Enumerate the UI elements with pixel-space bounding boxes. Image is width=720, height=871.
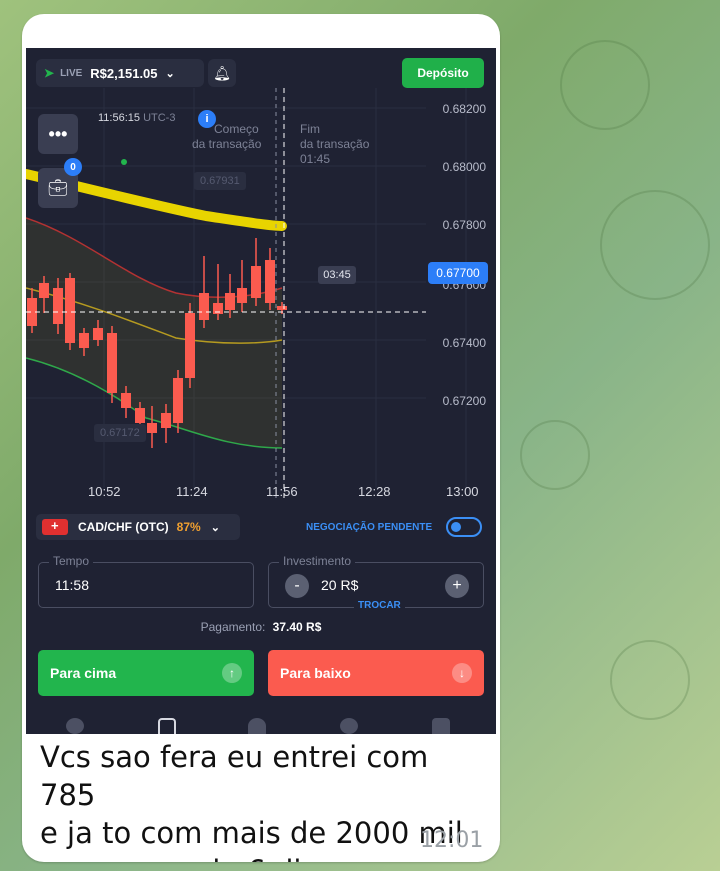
price-level: 0.67800: [442, 218, 486, 232]
trade-start-label: Começo da transação: [192, 122, 261, 152]
wallpaper-doodle: [560, 40, 650, 130]
clock-time: 11:56:15: [98, 112, 141, 124]
gear-icon[interactable]: [340, 718, 358, 734]
trade-start-line-2: da transação: [192, 137, 262, 151]
server-clock: 11:56:15 UTC-3: [98, 112, 175, 124]
top-bar: ➤ LIVE R$2,151.05 ⌄ 🔔︎ Depósito: [26, 56, 496, 92]
chat-message-bubble: ➤ LIVE R$2,151.05 ⌄ 🔔︎ Depósito ••• 💼︎ 0…: [22, 14, 500, 862]
trade-start-line-1: Começo: [214, 122, 259, 136]
candle-body: [53, 288, 63, 324]
time-axis-label: 12:28: [358, 484, 391, 499]
put-down-button[interactable]: Para baixo ↓: [268, 650, 484, 696]
balance-value: R$2,151.05: [90, 65, 158, 81]
chevron-down-icon: ⌄: [210, 521, 220, 534]
arrow-up-icon: ↑: [222, 663, 242, 683]
low-marker: 0.67172: [94, 424, 146, 442]
call-up-label: Para cima: [50, 665, 117, 681]
message-timestamp: 12:01: [420, 828, 484, 853]
candle-body: [265, 260, 275, 303]
time-field-legend: Tempo: [49, 554, 94, 568]
candle-body: [185, 313, 195, 378]
clock-timezone: UTC-3: [143, 112, 176, 124]
price-level: 0.68200: [442, 102, 486, 116]
switch-currency-button[interactable]: TROCAR: [354, 600, 405, 611]
price-level: 0.67200: [442, 394, 486, 408]
asset-name: CAD/CHF (OTC): [78, 520, 169, 534]
time-field-value: 11:58: [55, 577, 89, 593]
profile-icon[interactable]: [248, 718, 266, 734]
current-price-tag: 0.67700: [428, 262, 488, 284]
call-up-button[interactable]: Para cima ↑: [38, 650, 254, 696]
trades-count-badge: 0: [64, 158, 82, 176]
more-menu-button[interactable]: •••: [38, 114, 78, 154]
decrease-investment-button[interactable]: -: [285, 574, 309, 598]
trading-app-screenshot[interactable]: ➤ LIVE R$2,151.05 ⌄ 🔔︎ Depósito ••• 💼︎ 0…: [26, 48, 496, 734]
payout-row: Pagamento: 37.40 R$: [26, 620, 496, 634]
investment-field-legend: Investimento: [279, 554, 356, 568]
candle-body: [93, 328, 103, 340]
candle-body: [65, 278, 75, 343]
wallpaper-doodle: [610, 640, 690, 720]
candle-body: [161, 413, 171, 428]
candle-body: [199, 293, 209, 320]
trade-end-line-1: Fim: [300, 122, 320, 136]
asset-selector[interactable]: CAD/CHF (OTC) 87% ⌄: [36, 514, 240, 540]
candle-body: [79, 333, 89, 348]
pending-trade-toggle[interactable]: [446, 517, 482, 537]
time-axis-label: 13:00: [446, 484, 479, 499]
time-axis-label: 10:52: [88, 484, 121, 499]
chat-icon[interactable]: [432, 718, 450, 734]
candle-body: [173, 378, 183, 423]
price-chart[interactable]: ••• 💼︎ 0 11:56:15 UTC-3 i Começo da tran…: [26, 88, 496, 498]
account-selector[interactable]: ➤ LIVE R$2,151.05 ⌄: [36, 59, 204, 87]
message-line: em menos de 6 dias: [40, 852, 490, 862]
message-line: Vcs sao fera eu entrei com 785: [40, 740, 429, 812]
price-level: 0.67400: [442, 336, 486, 350]
trade-end-timer: 01:45: [300, 152, 331, 166]
investment-field-value: 20 R$: [321, 577, 359, 593]
candle-body: [121, 393, 131, 408]
trade-end-line-2: da transação: [300, 137, 370, 151]
help-icon[interactable]: [66, 718, 84, 734]
time-field[interactable]: Tempo 11:58: [38, 554, 254, 608]
payout-value: 37.40 R$: [272, 620, 322, 634]
bollinger-band-fill: [26, 218, 282, 448]
account-mode-label: LIVE: [60, 67, 83, 79]
candle-body: [225, 293, 235, 310]
wallpaper-doodle: [520, 420, 590, 490]
wallpaper-doodle: [600, 190, 710, 300]
candle-body: [251, 266, 261, 298]
chart-icon[interactable]: [158, 718, 176, 734]
put-down-label: Para baixo: [280, 665, 351, 681]
bottom-nav: [26, 708, 496, 734]
payout-label: Pagamento:: [200, 620, 266, 634]
time-axis-label: 11:24: [176, 484, 208, 499]
high-marker: 0.67931: [194, 172, 246, 190]
bell-icon[interactable]: 🔔︎: [208, 59, 236, 87]
candle-body: [277, 306, 287, 310]
chevron-down-icon: ⌄: [165, 67, 175, 80]
trade-end-label: Fim da transação 01:45: [300, 122, 369, 167]
live-dot: [121, 159, 127, 165]
asset-payout-pct: 87%: [176, 520, 201, 534]
candle-body: [107, 333, 117, 393]
countdown-tag: 03:45: [318, 266, 356, 284]
candle-body: [237, 288, 247, 303]
pending-trade-label: NEGOCIAÇÃO PENDENTE: [306, 522, 433, 533]
increase-investment-button[interactable]: +: [445, 574, 469, 598]
price-level: 0.68000: [442, 160, 486, 174]
deposit-button[interactable]: Depósito: [402, 58, 484, 88]
candle-body: [39, 283, 49, 298]
paper-plane-icon: ➤: [44, 66, 55, 80]
asset-row: CAD/CHF (OTC) 87% ⌄ NEGOCIAÇÃO PENDENTE: [26, 512, 496, 542]
candle-body: [135, 408, 145, 423]
flag-icon: [42, 518, 68, 535]
time-axis-label: 11:56: [266, 484, 298, 499]
arrow-down-icon: ↓: [452, 663, 472, 683]
candle-body: [147, 423, 157, 433]
